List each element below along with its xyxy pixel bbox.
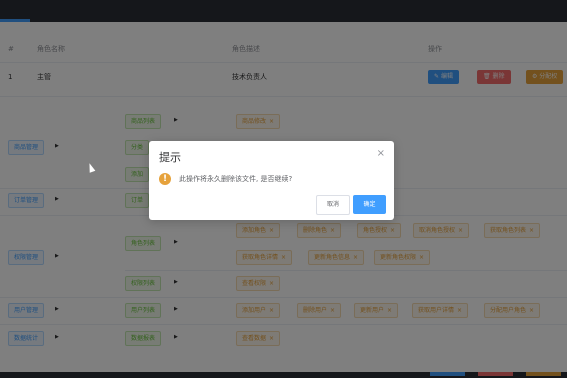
confirm-button[interactable]: 确定 xyxy=(353,195,386,214)
warning-icon: ! xyxy=(159,173,171,185)
close-icon[interactable]: × xyxy=(377,148,385,159)
cancel-button[interactable]: 取消 xyxy=(316,195,350,215)
dialog-title: 提示 xyxy=(159,151,181,164)
confirm-dialog: 提示 × ! 此操作将永久删除该文件, 是否继续? 取消 确定 xyxy=(149,141,394,220)
dialog-message: 此操作将永久删除该文件, 是否继续? xyxy=(179,175,293,183)
